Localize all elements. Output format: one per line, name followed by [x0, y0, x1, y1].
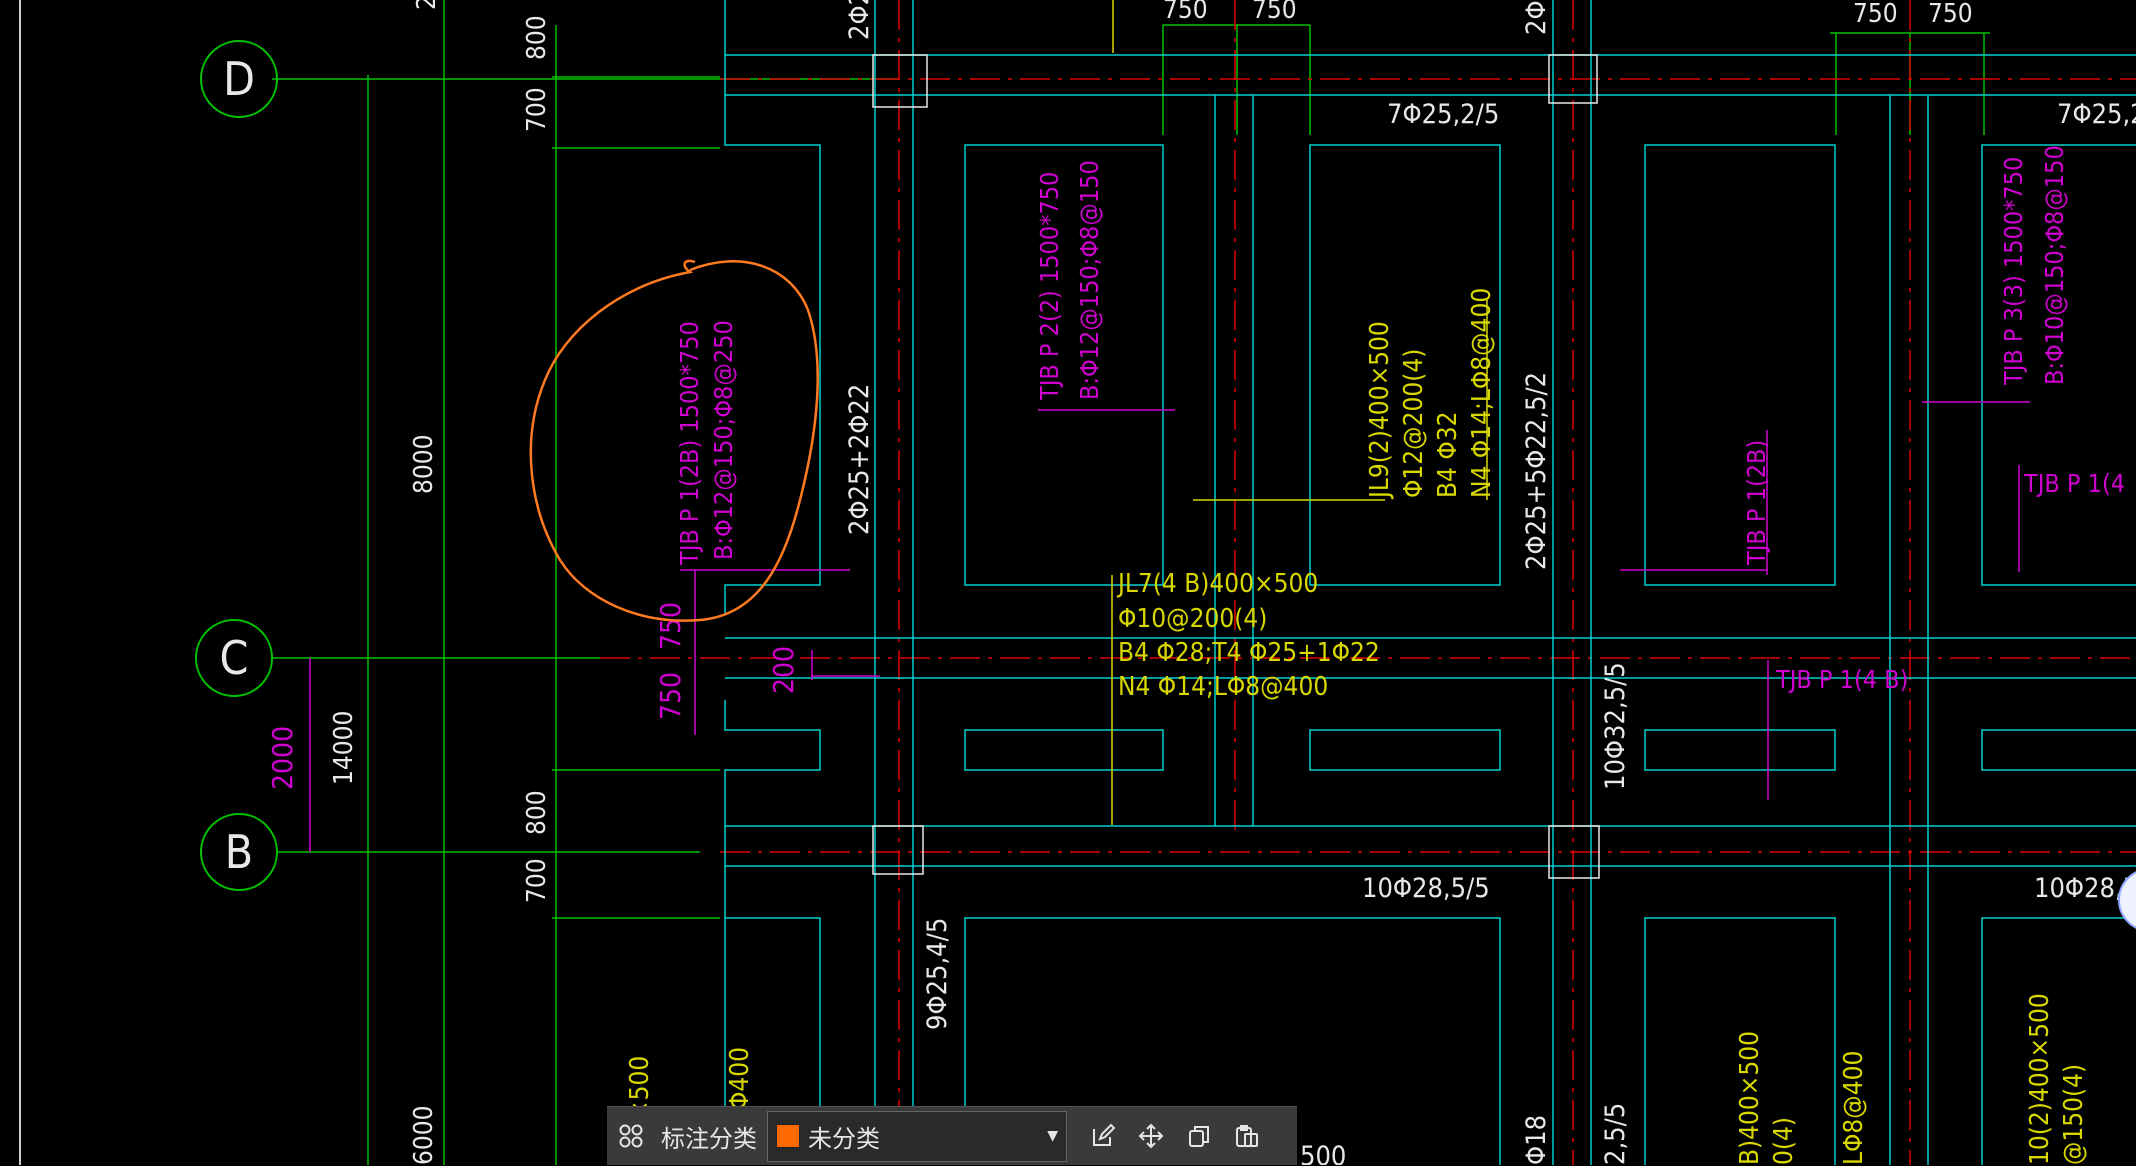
svg-text:2000: 2000 — [266, 726, 299, 790]
copy-icon[interactable] — [1175, 1107, 1223, 1166]
svg-text:Φ12@200(4): Φ12@200(4) — [1399, 349, 1429, 498]
svg-text:200: 200 — [767, 646, 800, 694]
svg-text:7Φ25,2: 7Φ25,2 — [2057, 99, 2136, 130]
svg-text:500: 500 — [1300, 1141, 1346, 1165]
svg-text:B4 Φ28;T4 Φ25+1Φ22: B4 Φ28;T4 Φ25+1Φ22 — [1118, 638, 1380, 668]
edit-icon[interactable] — [1079, 1107, 1127, 1166]
svg-text:9Φ25,4/5: 9Φ25,4/5 — [922, 918, 953, 1030]
svg-text:750: 750 — [1928, 0, 1973, 29]
svg-text:700: 700 — [522, 87, 552, 132]
svg-text:10(2)400×500: 10(2)400×500 — [2025, 993, 2055, 1165]
svg-text:TJB P 1(2B): TJB P 1(2B) — [1742, 440, 1771, 566]
svg-text:10Φ28,5/5: 10Φ28,5/5 — [1362, 873, 1490, 904]
svg-text:8000: 8000 — [409, 434, 439, 494]
svg-text:750: 750 — [1853, 0, 1898, 29]
svg-text:B4 Φ32: B4 Φ32 — [1433, 411, 1463, 498]
svg-text:LΦ8@400: LΦ8@400 — [1839, 1051, 1869, 1165]
axis-center-lines — [600, 0, 2136, 1165]
svg-text:JL7(4 B)400×500: JL7(4 B)400×500 — [1116, 569, 1318, 599]
svg-text:D: D — [223, 52, 255, 106]
chevron-down-icon: ▼ — [1047, 1128, 1058, 1144]
axis-bubble-c: C — [195, 619, 273, 697]
svg-text:750: 750 — [654, 602, 687, 650]
svg-text:2Φ: 2Φ — [1521, 0, 1552, 35]
svg-text:TJB P 3(3) 1500*750: TJB P 3(3) 1500*750 — [1999, 157, 2028, 386]
svg-text:750: 750 — [1163, 0, 1208, 25]
svg-text:TJB P 1(4 B): TJB P 1(4 B) — [1775, 665, 1908, 694]
axis-bubble-b: B — [200, 813, 278, 891]
beam-labels: JL7(4 B)400×500 Φ10@200(4) B4 Φ28;T4 Φ25… — [625, 0, 2089, 1165]
category-select-value: 未分类 — [808, 1124, 880, 1153]
paste-icon[interactable] — [1223, 1107, 1271, 1166]
category-select[interactable]: 未分类 ▼ — [767, 1110, 1067, 1162]
svg-text:6000: 6000 — [409, 1105, 439, 1165]
svg-text:7Φ25,2/5: 7Φ25,2/5 — [1387, 99, 1499, 130]
svg-text:Φ10@200(4): Φ10@200(4) — [1118, 604, 1267, 634]
svg-text:750: 750 — [1252, 0, 1297, 25]
category-color-swatch — [776, 1124, 800, 1148]
svg-text:Φ18: Φ18 — [1521, 1115, 1552, 1165]
svg-text:N4 Φ14;LΦ8@400: N4 Φ14;LΦ8@400 — [1118, 672, 1328, 702]
svg-text:Φ400: Φ400 — [725, 1047, 755, 1110]
svg-text:800: 800 — [522, 15, 552, 60]
axis-bubble-d: D — [200, 40, 278, 118]
svg-text:2Φ2: 2Φ2 — [844, 0, 875, 40]
svg-text:TJB P 1(4: TJB P 1(4 — [2023, 469, 2125, 498]
svg-text:750: 750 — [654, 672, 687, 720]
svg-text:N4 Φ14;LΦ8@400: N4 Φ14;LΦ8@400 — [1467, 288, 1497, 498]
svg-text:10Φ32,5/5: 10Φ32,5/5 — [1600, 662, 1631, 790]
svg-text:TJB P 2(2) 1500*750: TJB P 2(2) 1500*750 — [1035, 172, 1064, 401]
svg-text:B:Φ12@150;Φ8@150: B:Φ12@150;Φ8@150 — [1075, 160, 1104, 400]
svg-text:0(4): 0(4) — [1769, 1117, 1799, 1165]
svg-text:JL9(2)400×500: JL9(2)400×500 — [1365, 321, 1395, 500]
svg-text:2Φ25+2Φ22: 2Φ25+2Φ22 — [844, 384, 875, 535]
svg-text:B:Φ12@150;Φ8@250: B:Φ12@150;Φ8@250 — [709, 320, 738, 560]
svg-text:B:Φ10@150;Φ8@150: B:Φ10@150;Φ8@150 — [2040, 145, 2069, 385]
svg-text:TJB P 1(2B) 1500*750: TJB P 1(2B) 1500*750 — [675, 321, 704, 566]
move-icon[interactable] — [1127, 1107, 1175, 1166]
svg-text:2: 2 — [412, 0, 442, 10]
svg-text:B)400×500: B)400×500 — [1735, 1031, 1765, 1165]
svg-text:@150(4): @150(4) — [2059, 1064, 2089, 1165]
svg-text:C: C — [220, 631, 249, 685]
svg-text:800: 800 — [522, 790, 552, 835]
annotation-toolbar: 标注分类 未分类 ▼ — [607, 1106, 1297, 1165]
svg-text:2,5/5: 2,5/5 — [1600, 1103, 1631, 1165]
grid-icon[interactable] — [607, 1107, 655, 1166]
annotation-category-label: 标注分类 — [661, 1124, 757, 1153]
cad-drawing-canvas[interactable]: D C B 800 700 800 700 8000 14000 6000 2 … — [0, 0, 2136, 1165]
svg-text:700: 700 — [522, 858, 552, 903]
svg-text:2Φ25+5Φ22,5/2: 2Φ25+5Φ22,5/2 — [1521, 372, 1552, 570]
svg-text:14000: 14000 — [329, 711, 359, 785]
svg-text:B: B — [225, 825, 253, 879]
